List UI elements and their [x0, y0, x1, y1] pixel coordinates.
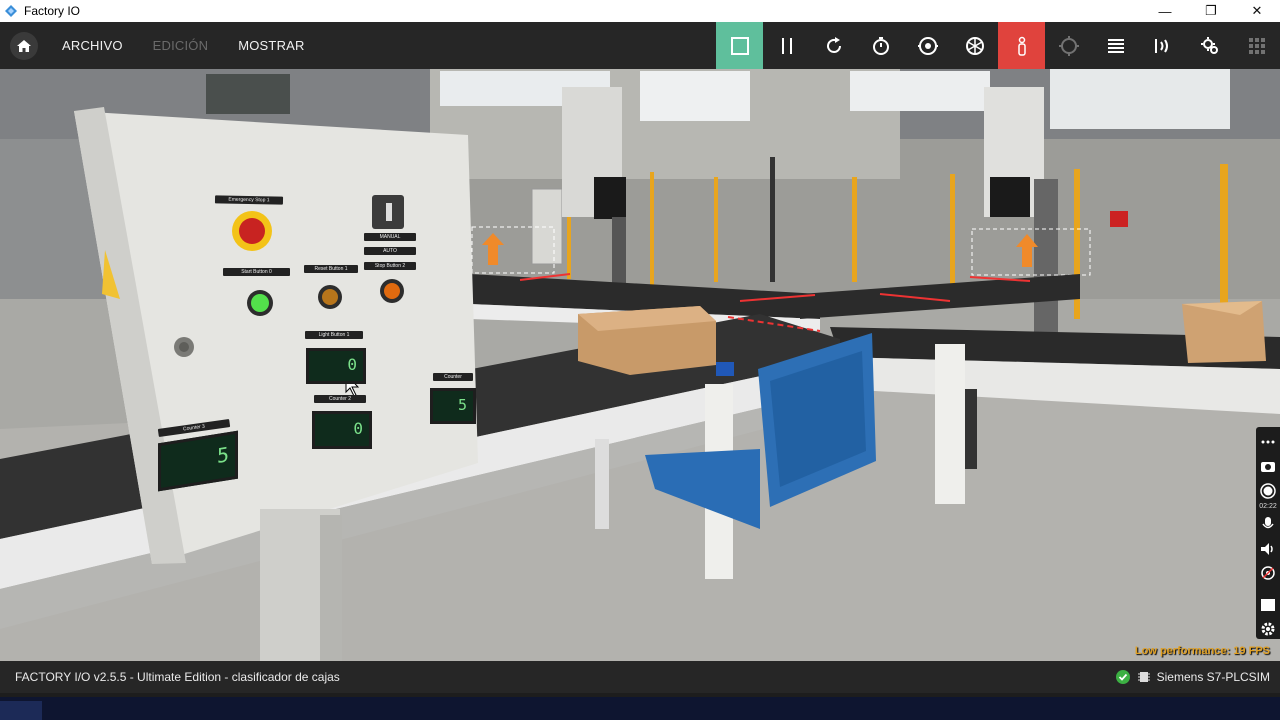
stop-icon [730, 36, 749, 55]
display-mid-value: 0 [312, 411, 372, 449]
grid-icon [1248, 37, 1265, 54]
restore-button[interactable]: ❐ [1188, 0, 1234, 22]
screenshot-camera-icon[interactable] [1258, 457, 1278, 477]
os-taskbar [0, 693, 1280, 720]
first-person-icon [1017, 36, 1026, 56]
status-bar: FACTORY I/O v2.5.5 - Ultimate Edition - … [0, 661, 1280, 693]
connected-check-icon [1115, 670, 1130, 684]
start-button-label: Start Button 0 [223, 268, 290, 276]
webcam-off-icon[interactable] [1258, 564, 1278, 584]
display-top-value: 0 [306, 348, 366, 384]
target-icon [1058, 35, 1079, 56]
close-button[interactable]: ✕ [1234, 0, 1280, 22]
taskbar-start[interactable] [0, 701, 42, 720]
stop-button[interactable] [716, 22, 763, 69]
reset-button[interactable] [810, 22, 857, 69]
selector-label-auto: AUTO [364, 247, 416, 255]
display-top-label: Light Button 1 [305, 331, 363, 339]
simulation-viewport[interactable]: Emergency Stop 1 Start Button 0 Reset Bu… [0, 69, 1280, 661]
list-button[interactable] [1092, 22, 1139, 69]
menu-mostrar[interactable]: MOSTRAR [238, 38, 304, 53]
record-icon[interactable] [1258, 481, 1278, 501]
first-person-button[interactable] [998, 22, 1045, 69]
pause-icon [781, 37, 792, 54]
menu-bar: ARCHIVO EDICIÓN MOSTRAR [0, 22, 1280, 69]
drivers-icon [1200, 36, 1218, 54]
microphone-icon[interactable] [1258, 515, 1278, 535]
more-icon[interactable] [1258, 432, 1278, 452]
menu-archivo[interactable]: ARCHIVO [62, 38, 123, 53]
display-right-value: 5 [430, 388, 476, 424]
driver-status[interactable]: Siemens S7-PLCSIM [1115, 669, 1270, 685]
target-button[interactable] [1045, 22, 1092, 69]
toolbar [716, 22, 1280, 69]
reset-button-label: Reset Button 1 [304, 265, 358, 273]
timer-button[interactable] [857, 22, 904, 69]
factory-scene [0, 69, 1280, 661]
window-overlay-icon[interactable] [1258, 595, 1278, 615]
emergency-stop-label: Emergency Stop 1 [214, 195, 284, 205]
fly-camera-button[interactable] [951, 22, 998, 69]
camera-orbit-icon [917, 36, 938, 55]
grid-button[interactable] [1233, 22, 1280, 69]
speaker-icon[interactable] [1258, 539, 1278, 559]
minimize-button[interactable]: — [1142, 0, 1188, 22]
sensor-button[interactable] [1139, 22, 1186, 69]
home-icon [10, 31, 38, 60]
display-right-label: Counter [433, 373, 473, 381]
version-info: FACTORY I/O v2.5.5 - Ultimate Edition - … [15, 670, 340, 684]
window-titlebar: Factory IO — ❐ ✕ [0, 0, 1280, 22]
pause-button[interactable] [763, 22, 810, 69]
stop-button-label: Stop Button 2 [364, 262, 416, 270]
driver-name: Siemens S7-PLCSIM [1156, 670, 1270, 684]
recording-side-panel: 02:22 [1256, 427, 1280, 639]
sensor-icon [1154, 38, 1168, 53]
home-button[interactable] [0, 22, 48, 69]
menu-edicion[interactable]: EDICIÓN [153, 38, 209, 53]
fly-camera-icon [965, 36, 984, 55]
orbit-camera-button[interactable] [904, 22, 951, 69]
timer-icon [872, 36, 889, 55]
plc-chip-icon [1137, 672, 1150, 682]
reset-icon [826, 36, 841, 53]
list-icon [1107, 38, 1124, 53]
performance-warning: Low performance: 19 FPS [1134, 645, 1270, 657]
settings-gear-icon[interactable] [1258, 620, 1278, 640]
factory-io-app-icon [5, 5, 17, 17]
drivers-button[interactable] [1186, 22, 1233, 69]
selector-label-manual: MANUAL [364, 233, 416, 241]
window-title: Factory IO [24, 4, 81, 18]
record-time: 02:22 [1259, 502, 1277, 510]
display-mid-label: Counter 2 [314, 395, 366, 403]
